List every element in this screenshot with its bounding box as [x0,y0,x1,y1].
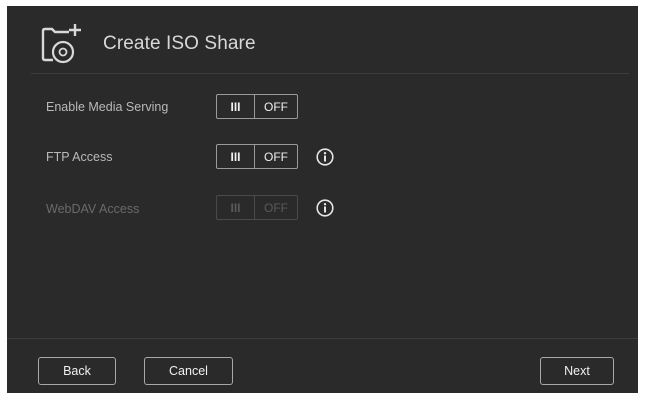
create-iso-share-dialog: Create ISO Share Enable Media Serving II… [7,6,638,393]
toggle-on-segment[interactable]: III [217,145,255,168]
back-button[interactable]: Back [38,357,116,385]
next-button[interactable]: Next [540,357,614,385]
info-icon[interactable] [316,199,334,217]
toggle-off-segment: OFF [264,200,288,215]
header-divider [31,73,629,74]
iso-share-add-icon [41,24,81,64]
media-serving-toggle[interactable]: III OFF [216,94,298,119]
toggle-off-segment[interactable]: OFF [255,95,297,118]
toggle-on-segment[interactable]: III [217,95,255,118]
ftp-access-toggle[interactable]: III OFF [216,144,298,169]
toggle-on-segment: III [217,196,255,219]
dialog-header: Create ISO Share [7,6,638,72]
toggle-off-segment[interactable]: OFF [255,145,297,168]
media-serving-label: Enable Media Serving [46,100,169,114]
webdav-access-label: WebDAV Access [46,202,140,216]
footer-divider [7,338,638,339]
cancel-button[interactable]: Cancel [144,357,233,385]
webdav-access-toggle: III OFF [216,195,298,220]
ftp-access-label: FTP Access [46,150,113,164]
dialog-title: Create ISO Share [103,33,256,54]
info-icon[interactable] [316,148,334,166]
